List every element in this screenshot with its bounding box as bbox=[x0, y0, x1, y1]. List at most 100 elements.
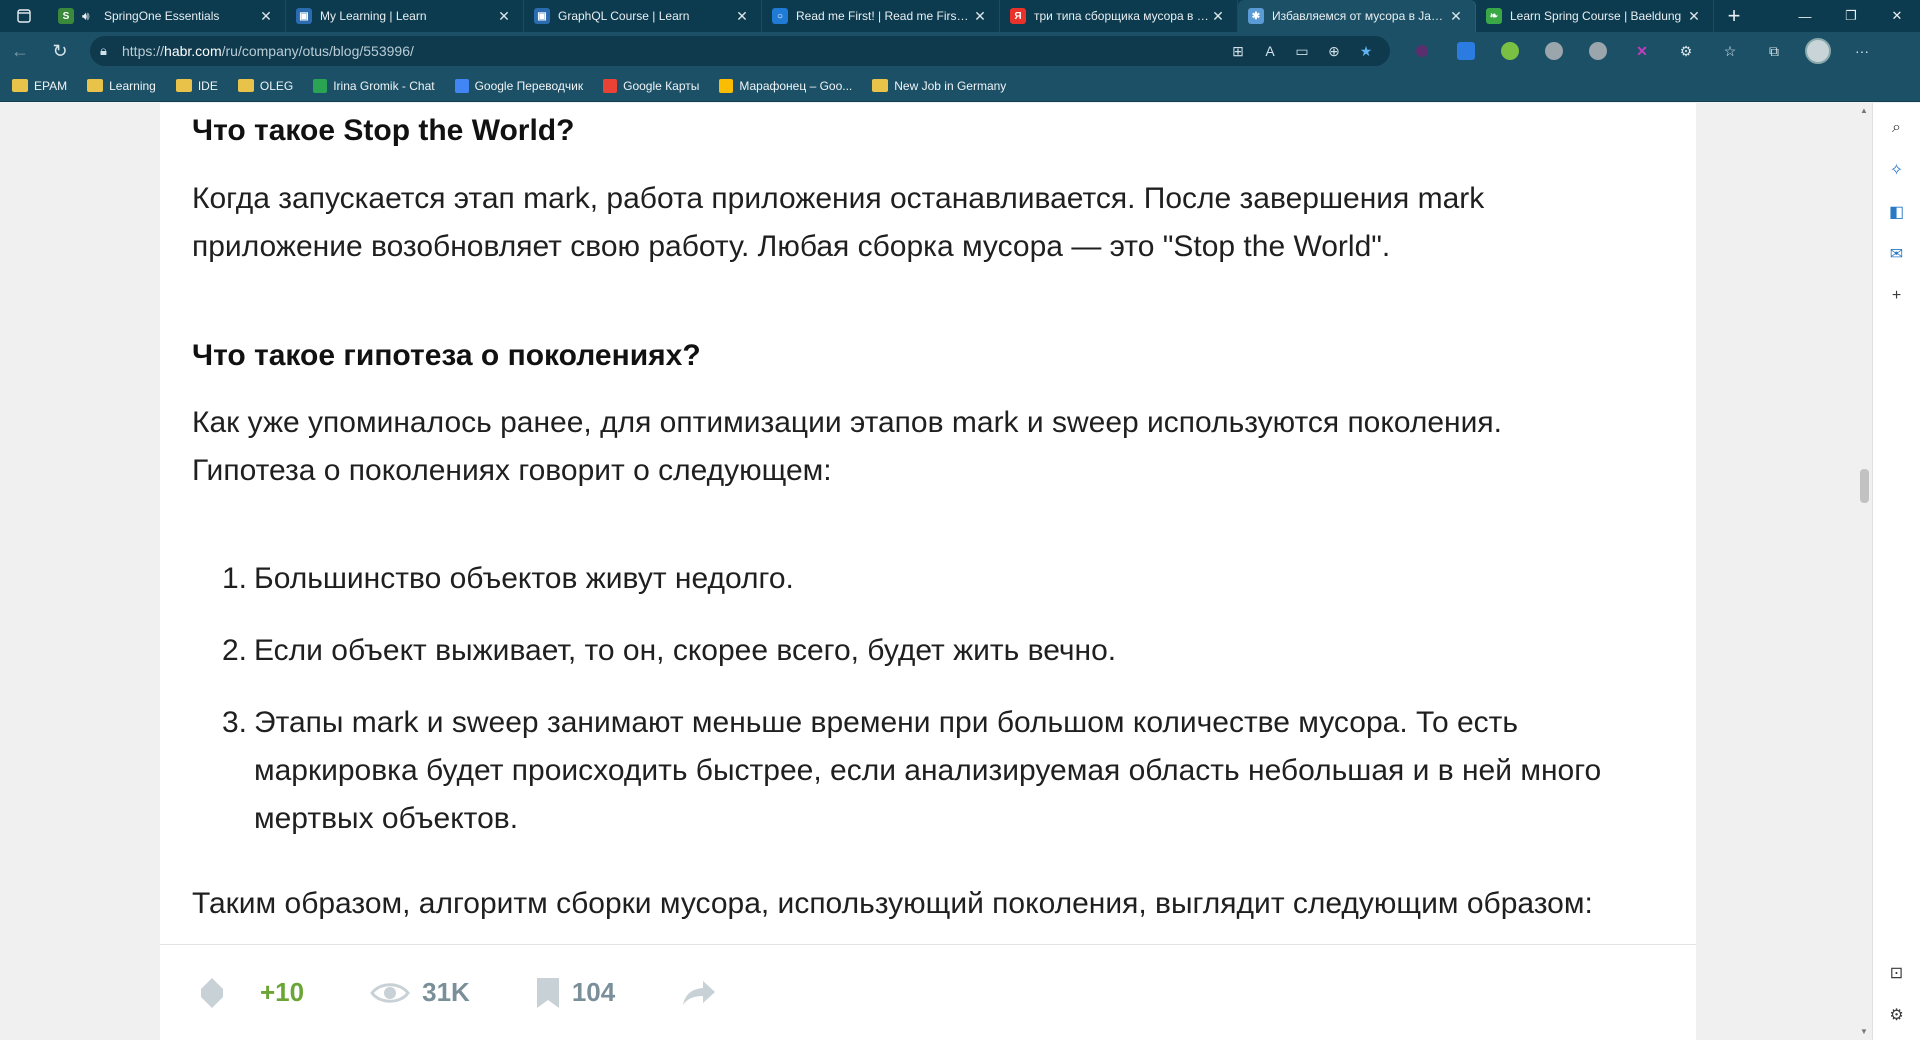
sidebar-discover-icon[interactable]: ✧ bbox=[1873, 149, 1920, 191]
refresh-button[interactable]: ↻ bbox=[40, 35, 80, 67]
tab-close-icon[interactable]: ✕ bbox=[257, 8, 275, 25]
heading-generational-hypothesis: Что такое гипотеза о поколениях? bbox=[192, 339, 701, 372]
hypothesis-list: 1. Большинство объектов живут недолго. 2. Е… bbox=[222, 555, 1622, 867]
bookmark-item[interactable]: Google Переводчик bbox=[454, 78, 584, 93]
read-aloud-icon[interactable]: A bbox=[1256, 43, 1284, 60]
translate-extension-icon[interactable] bbox=[1444, 36, 1488, 66]
sidebar-search-icon[interactable]: ⌕ bbox=[1873, 107, 1920, 149]
lock-icon[interactable]: 🔒︎ bbox=[100, 43, 122, 59]
bookmark-icon[interactable] bbox=[536, 977, 560, 1009]
close-window-icon[interactable]: ✕ bbox=[1874, 0, 1920, 32]
favorites-icon[interactable]: ☆ bbox=[1708, 36, 1752, 66]
browser-tab[interactable]: S 🔊︎ SpringOne Essentials ✕ bbox=[48, 0, 286, 32]
browser-tab[interactable]: ▣ My Learning | Learn ✕ bbox=[286, 0, 524, 32]
bookmark-item[interactable]: Irina Gromik - Chat bbox=[313, 78, 435, 93]
app-available-icon[interactable]: ⊞ bbox=[1224, 43, 1252, 60]
immersive-reader-icon[interactable]: ▭ bbox=[1288, 43, 1316, 60]
extension-gray-icon[interactable] bbox=[1532, 36, 1576, 66]
tab-favicon-icon: ✱ bbox=[1248, 8, 1264, 24]
tab-title: GraphQL Course | Learn bbox=[558, 9, 690, 23]
tab-close-icon[interactable]: ✕ bbox=[495, 8, 513, 25]
address-bar[interactable]: 🔒︎ https://habr.com/ru/company/otus/blog… bbox=[90, 36, 1390, 66]
browser-tab[interactable]: ❧ Learn Spring Course | Baeldung ✕ bbox=[1476, 0, 1714, 32]
tab-close-icon[interactable]: ✕ bbox=[733, 8, 751, 25]
extension-1-icon[interactable] bbox=[1400, 36, 1444, 66]
bookmark-item[interactable]: OLEG bbox=[237, 78, 294, 93]
bookmark-item[interactable]: Learning bbox=[87, 79, 156, 93]
bookmark-label: Learning bbox=[109, 78, 156, 93]
sidebar-settings-icon[interactable]: ⚙ bbox=[1873, 994, 1920, 1036]
page-viewport: Что такое Stop the World? Когда запускае… bbox=[0, 103, 1872, 1040]
edge-sidebar: ⌕ ✧ ◧ ✉ + ⊡ ⚙ bbox=[1872, 103, 1920, 1040]
bookmark-counter[interactable]: 104 bbox=[536, 977, 615, 1009]
back-button[interactable]: ← bbox=[0, 35, 40, 67]
bookmark-label: Google Карты bbox=[623, 78, 700, 93]
bookmark-label: Google Переводчик bbox=[474, 78, 584, 93]
tab-favicon-icon: S bbox=[58, 8, 74, 24]
extension-gray2-icon[interactable] bbox=[1576, 36, 1620, 66]
sidebar-outlook-icon[interactable]: ✉ bbox=[1873, 233, 1920, 275]
url-text[interactable]: https://habr.com/ru/company/otus/blog/55… bbox=[122, 43, 1224, 59]
extension-purple-icon[interactable]: ✕ bbox=[1620, 36, 1664, 66]
bookmark-item[interactable]: EPAM bbox=[12, 79, 67, 93]
folder-icon bbox=[87, 79, 104, 92]
extension-green-icon[interactable] bbox=[1488, 36, 1532, 66]
scroll-down-arrow[interactable]: ▼ bbox=[1856, 1024, 1872, 1040]
favorite-star-icon[interactable]: ★ bbox=[1352, 43, 1380, 60]
rating-counter[interactable]: +10 bbox=[200, 977, 304, 1009]
tab-favicon-icon: ○ bbox=[772, 8, 788, 24]
bookmark-label: OLEG bbox=[259, 78, 294, 93]
folder-icon bbox=[12, 79, 28, 92]
extensions-icon[interactable]: ⚙ bbox=[1664, 36, 1708, 66]
list-item: 1. Большинство объектов живут недолго. bbox=[222, 555, 1622, 603]
paragraph-conclusion: Таким образом, алгоритм сборки мусора, и… bbox=[192, 887, 1593, 920]
bookmark-label: Irina Gromik - Chat bbox=[333, 78, 435, 93]
vertical-scrollbar[interactable]: ▲ ▼ bbox=[1856, 103, 1872, 1040]
tab-close-icon[interactable]: ✕ bbox=[1209, 8, 1227, 25]
tab-actions-icon[interactable] bbox=[0, 0, 48, 32]
bookmark-label: Марафонец – Goo... bbox=[739, 78, 853, 93]
new-tab-button[interactable]: + bbox=[1714, 0, 1754, 32]
views-counter: 31K bbox=[370, 977, 470, 1008]
browser-tab[interactable]: ○ Read me First! | Read me First! | A ✕ bbox=[762, 0, 1000, 32]
scroll-up-arrow[interactable]: ▲ bbox=[1856, 103, 1872, 119]
profile-avatar[interactable] bbox=[1796, 36, 1840, 66]
minimize-icon[interactable]: — bbox=[1782, 0, 1828, 32]
tab-close-icon[interactable]: ✕ bbox=[1685, 8, 1703, 25]
sidebar-add-icon[interactable]: + bbox=[1873, 275, 1920, 317]
bookmark-label: EPAM bbox=[34, 78, 68, 93]
bookmark-item[interactable]: Марафонец – Goo... bbox=[719, 78, 853, 93]
chat-icon bbox=[313, 78, 328, 93]
tab-title: Избавляемся от мусора в Java / bbox=[1272, 9, 1447, 23]
sidebar-office-icon[interactable]: ◧ bbox=[1873, 191, 1920, 233]
collections-icon[interactable]: ⧉ bbox=[1752, 36, 1796, 66]
list-number: 2. bbox=[222, 634, 248, 667]
share-arrow-icon[interactable] bbox=[681, 979, 717, 1007]
article-action-bar: +10 31K 104 bbox=[160, 944, 1696, 1040]
bookmark-item[interactable]: Google Карты bbox=[603, 78, 700, 93]
bookmark-item[interactable]: New Job in Germany bbox=[872, 79, 1006, 93]
maps-icon bbox=[603, 78, 618, 93]
article-body: Что такое Stop the World? Когда запускае… bbox=[160, 103, 1696, 1040]
bookmark-item[interactable]: IDE bbox=[175, 79, 218, 93]
browser-tab[interactable]: ▣ GraphQL Course | Learn ✕ bbox=[524, 0, 762, 32]
browser-tab[interactable]: ✱ Избавляемся от мусора в Java / ✕ bbox=[1238, 0, 1476, 32]
more-menu-icon[interactable]: ··· bbox=[1840, 36, 1884, 66]
tab-close-icon[interactable]: ✕ bbox=[971, 8, 989, 25]
zoom-icon[interactable]: ⊕ bbox=[1320, 43, 1348, 60]
folder-icon bbox=[237, 79, 254, 92]
audio-playing-icon[interactable]: 🔊︎ bbox=[82, 9, 98, 24]
tab-title: Learn Spring Course | Baeldung bbox=[1510, 9, 1682, 23]
tab-strip: S 🔊︎ SpringOne Essentials ✕ ▣ My Learning | L… bbox=[0, 0, 1920, 32]
tab-close-icon[interactable]: ✕ bbox=[1447, 8, 1465, 25]
restore-icon[interactable]: ❐ bbox=[1828, 0, 1874, 32]
scroll-thumb[interactable] bbox=[1860, 469, 1869, 503]
browser-tab[interactable]: Ятри типа сборщика мусора в ла ✕ bbox=[1000, 0, 1238, 32]
list-item: 2. Если объект выживает, то он, скорее вс… bbox=[222, 627, 1622, 675]
rating-diamond-icon[interactable] bbox=[200, 977, 224, 1009]
folder-icon bbox=[175, 79, 192, 92]
list-number: 1. bbox=[222, 562, 248, 595]
share-button[interactable] bbox=[681, 979, 729, 1007]
list-text: Если объект выживает, то он, скорее всег… bbox=[254, 634, 1117, 667]
sidebar-hide-icon[interactable]: ⊡ bbox=[1873, 952, 1920, 994]
